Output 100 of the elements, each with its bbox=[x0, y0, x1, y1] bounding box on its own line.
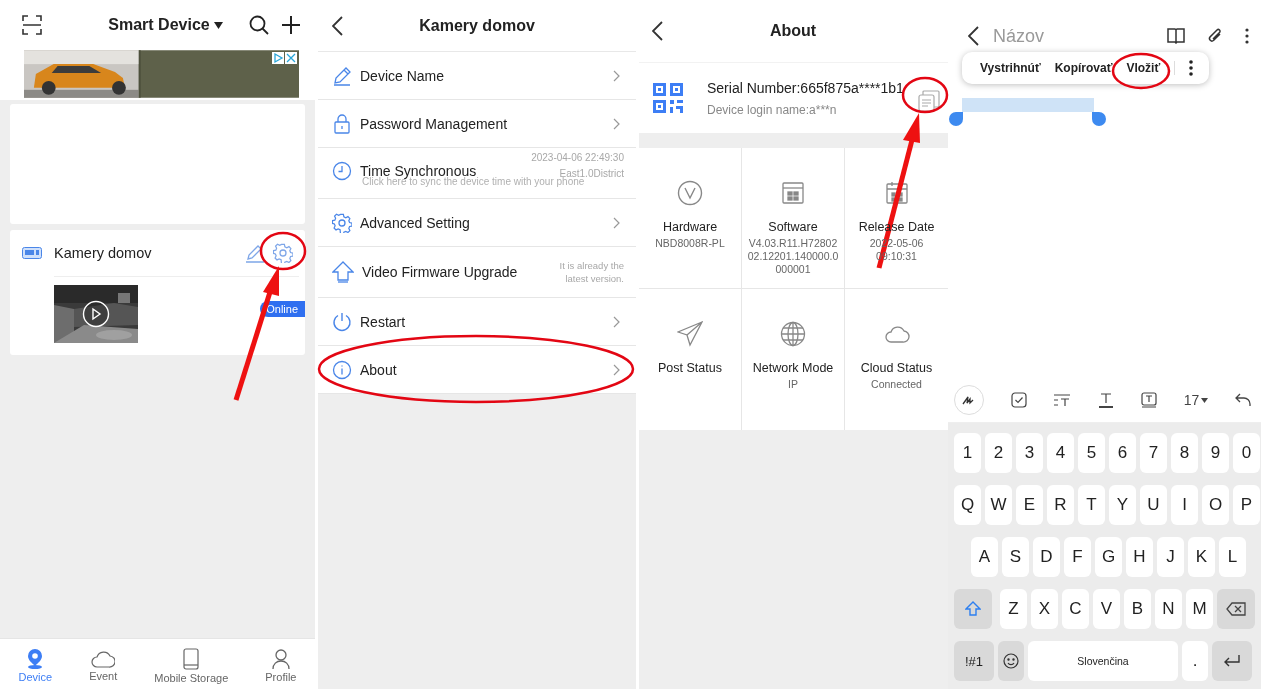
keyboard-key[interactable]: 0 bbox=[1233, 433, 1260, 473]
keyboard-key[interactable]: F bbox=[1064, 537, 1091, 577]
screen-title: About bbox=[768, 22, 818, 40]
info-value: NBD8008R-PL bbox=[654, 237, 726, 250]
keyboard-key[interactable]: Z bbox=[1000, 589, 1027, 629]
info-icon bbox=[332, 359, 352, 380]
paperclip-icon[interactable] bbox=[1207, 27, 1223, 45]
play-icon[interactable] bbox=[82, 300, 110, 328]
text-color-icon[interactable] bbox=[1098, 392, 1115, 408]
keyboard-key[interactable]: 2 bbox=[985, 433, 1012, 473]
selection-handle[interactable] bbox=[949, 112, 963, 126]
keyboard-key[interactable]: H bbox=[1126, 537, 1153, 577]
keyboard-key[interactable]: A bbox=[971, 537, 998, 577]
keyboard-key[interactable]: X bbox=[1031, 589, 1058, 629]
cloud-icon bbox=[91, 650, 116, 668]
keyboard-key[interactable]: E bbox=[1016, 485, 1043, 525]
keyboard-key[interactable]: M bbox=[1186, 589, 1213, 629]
pencil-icon[interactable] bbox=[245, 243, 265, 263]
keyboard-key[interactable]: J bbox=[1157, 537, 1184, 577]
chevron-icon[interactable] bbox=[613, 315, 620, 328]
keyboard-key[interactable]: 7 bbox=[1140, 433, 1167, 473]
nav-tab[interactable]: Event bbox=[89, 650, 118, 682]
more-icon[interactable] bbox=[1245, 28, 1249, 44]
settings-item[interactable]: Advanced Setting bbox=[318, 199, 636, 247]
info-value: Connected bbox=[870, 378, 923, 391]
location-pin-icon bbox=[26, 649, 45, 669]
chevron-icon[interactable] bbox=[613, 69, 620, 82]
keyboard-key[interactable]: . bbox=[1182, 641, 1208, 681]
copy-icon[interactable] bbox=[918, 90, 940, 112]
symbols-key[interactable]: !#1 bbox=[954, 641, 994, 681]
chevron-icon[interactable] bbox=[613, 117, 620, 130]
text-style-icon[interactable] bbox=[1053, 393, 1072, 407]
keyboard-key[interactable]: 8 bbox=[1171, 433, 1198, 473]
caret-icon[interactable] bbox=[213, 21, 223, 29]
back-icon[interactable] bbox=[968, 26, 979, 46]
device-card[interactable]: Kamery domov Online bbox=[10, 230, 305, 355]
keyboard-key[interactable]: I bbox=[1171, 485, 1198, 525]
chevron-icon[interactable] bbox=[613, 216, 620, 229]
close-icon[interactable] bbox=[285, 52, 297, 64]
person-icon bbox=[271, 649, 290, 669]
keyboard-key[interactable]: 5 bbox=[1078, 433, 1105, 473]
nav-tab[interactable]: Device bbox=[18, 649, 53, 683]
settings-item[interactable]: Password Management bbox=[318, 100, 636, 148]
keyboard-key[interactable]: C bbox=[1062, 589, 1089, 629]
screen-title[interactable]: Smart Device bbox=[108, 16, 210, 34]
undo-icon[interactable] bbox=[1235, 393, 1251, 407]
keyboard-key[interactable]: U bbox=[1140, 485, 1167, 525]
keyboard-key[interactable]: B bbox=[1124, 589, 1151, 629]
enter-key[interactable] bbox=[1212, 641, 1252, 681]
time-value: 2023-04-06 22:49:30 bbox=[531, 150, 624, 165]
keyboard-key[interactable]: 1 bbox=[954, 433, 981, 473]
menu-item[interactable]: Kopírovať bbox=[1054, 61, 1113, 75]
search-icon[interactable] bbox=[249, 15, 269, 35]
keyboard-key[interactable]: Y bbox=[1109, 485, 1136, 525]
back-icon[interactable] bbox=[332, 15, 343, 36]
add-icon[interactable] bbox=[281, 15, 301, 35]
keyboard-key[interactable]: L bbox=[1219, 537, 1246, 577]
keyboard-key[interactable]: S bbox=[1002, 537, 1029, 577]
more-icon[interactable] bbox=[1189, 60, 1194, 76]
phone-icon bbox=[183, 648, 200, 670]
keyboard-key[interactable]: O bbox=[1202, 485, 1229, 525]
keyboard-key[interactable]: 9 bbox=[1202, 433, 1229, 473]
back-icon[interactable] bbox=[652, 21, 663, 41]
font-size-dropdown[interactable]: 17 bbox=[1183, 392, 1209, 408]
space-key[interactable]: Slovenčina bbox=[1028, 641, 1178, 681]
info-title: Software bbox=[768, 220, 818, 234]
paper-plane-icon bbox=[677, 321, 703, 347]
info-title: Network Mode bbox=[752, 361, 834, 375]
text-background-icon[interactable] bbox=[1140, 392, 1157, 408]
keyboard-key[interactable]: 4 bbox=[1047, 433, 1074, 473]
selection-handle[interactable] bbox=[1092, 112, 1106, 126]
info-title: Cloud Status bbox=[860, 361, 933, 375]
checkbox-icon[interactable] bbox=[1010, 392, 1027, 408]
keyboard-key[interactable]: D bbox=[1033, 537, 1060, 577]
keyboard-key[interactable]: K bbox=[1188, 537, 1215, 577]
status-note: It is already the latest version. bbox=[558, 259, 624, 285]
nav-tab[interactable]: Mobile Storage bbox=[154, 648, 229, 684]
keyboard-key[interactable]: Q bbox=[954, 485, 981, 525]
calendar-icon bbox=[781, 180, 805, 206]
keyboard-key[interactable]: G bbox=[1095, 537, 1122, 577]
menu-item[interactable]: Vystrihnúť bbox=[980, 61, 1041, 75]
emoji-key[interactable] bbox=[998, 641, 1024, 681]
backspace-key[interactable] bbox=[1217, 589, 1255, 629]
keyboard-key[interactable]: W bbox=[985, 485, 1012, 525]
power-icon bbox=[332, 311, 352, 332]
keyboard-key[interactable]: P bbox=[1233, 485, 1260, 525]
scan-icon[interactable] bbox=[22, 15, 42, 35]
keyboard-key[interactable]: V bbox=[1093, 589, 1120, 629]
info-title: Hardware bbox=[662, 220, 718, 234]
login-name: Device login name:a***n bbox=[707, 102, 838, 117]
keyboard-key[interactable]: R bbox=[1047, 485, 1074, 525]
keyboard-key[interactable]: T bbox=[1078, 485, 1105, 525]
keyboard-key[interactable]: 6 bbox=[1109, 433, 1136, 473]
keyboard-key[interactable]: 3 bbox=[1016, 433, 1043, 473]
book-icon[interactable] bbox=[1167, 28, 1185, 44]
keyboard-key[interactable]: N bbox=[1155, 589, 1182, 629]
adchoices-icon[interactable] bbox=[272, 52, 284, 64]
nav-tab[interactable]: Profile bbox=[265, 649, 297, 683]
shift-icon bbox=[965, 601, 981, 617]
chevron-icon[interactable] bbox=[613, 363, 620, 376]
